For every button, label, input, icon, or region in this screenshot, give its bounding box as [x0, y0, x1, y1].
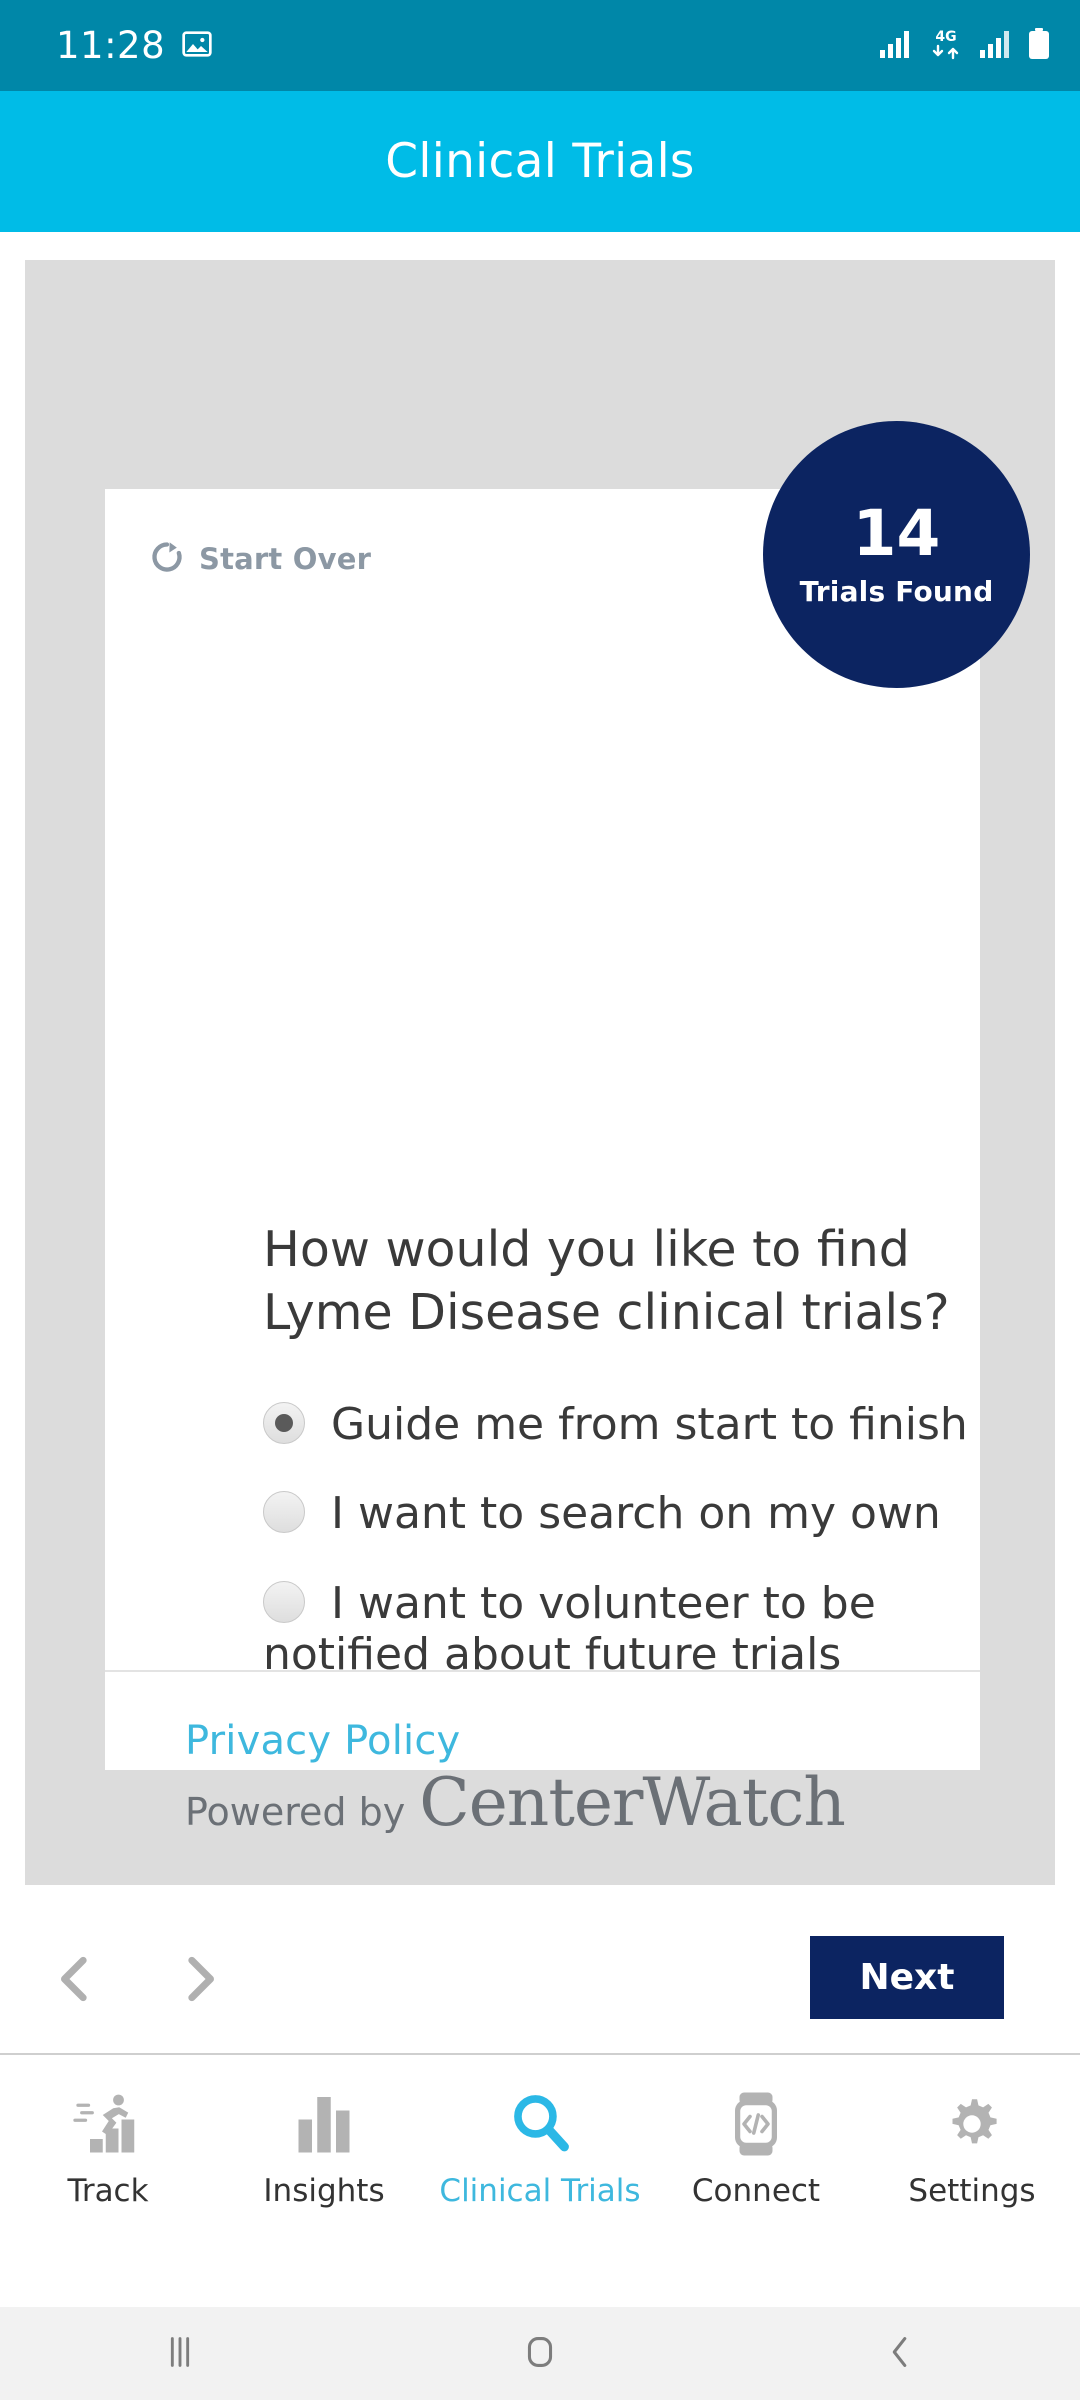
option-item[interactable]: I want to volunteer to be notified about… — [263, 1578, 1003, 1681]
option-label: Guide me from start to finish — [331, 1399, 968, 1450]
chevron-left-icon — [47, 1951, 103, 2010]
pager-controls — [0, 1930, 1080, 2050]
tab-label: Track — [67, 2173, 149, 2209]
tab-label: Clinical Trials — [439, 2173, 641, 2209]
tab-label: Connect — [691, 2173, 821, 2209]
smartwatch-code-icon — [726, 2087, 786, 2161]
recents-button[interactable] — [80, 2307, 280, 2400]
start-over-button[interactable]: Start Over — [147, 537, 371, 581]
app-header: Clinical Trials — [0, 91, 1080, 232]
back-button[interactable] — [800, 2307, 1000, 2400]
gear-icon — [939, 2087, 1005, 2161]
questionnaire-card: Start Over How would you like to find Ly… — [105, 489, 1004, 2019]
previous-page-button[interactable] — [30, 1930, 120, 2030]
privacy-policy-link[interactable]: Privacy Policy — [185, 1718, 980, 1764]
4g-data-icon: 4G — [926, 27, 966, 65]
svg-text:4G: 4G — [935, 29, 956, 45]
search-icon — [506, 2087, 574, 2161]
next-page-button[interactable] — [155, 1930, 245, 2030]
option-item[interactable]: I want to search on my own — [263, 1488, 1003, 1539]
bottom-tab-bar: Track Insights Clinical Trials Connect S… — [0, 2053, 1080, 2243]
question-text: How would you like to find Lyme Disease … — [263, 1221, 950, 1341]
powered-by-label: Powered by — [185, 1790, 406, 1834]
refresh-icon — [147, 537, 187, 581]
trials-found-badge: 14 Trials Found — [763, 421, 1030, 688]
centerwatch-logo: CenterWatch — [419, 1764, 846, 1841]
radio-button[interactable] — [263, 1402, 305, 1444]
option-row: I want to search on my own — [263, 1488, 1003, 1539]
trials-found-label: Trials Found — [799, 574, 994, 608]
tab-insights[interactable]: Insights — [216, 2055, 432, 2243]
tab-track[interactable]: Track — [0, 2055, 216, 2243]
tab-clinical-trials[interactable]: Clinical Trials — [432, 2055, 648, 2243]
radio-button[interactable] — [263, 1491, 305, 1534]
chevron-right-icon — [172, 1951, 228, 2010]
tab-settings[interactable]: Settings — [864, 2055, 1080, 2243]
status-time: 11:28 — [56, 24, 166, 67]
status-bar-left: 11:28 — [56, 27, 213, 64]
page-title: Clinical Trials — [385, 134, 695, 189]
home-button[interactable] — [440, 2307, 640, 2400]
option-row: I want to volunteer to be notified about… — [263, 1578, 1003, 1681]
powered-by-row: Powered by CenterWatch — [185, 1770, 980, 1836]
tab-connect[interactable]: Connect — [648, 2055, 864, 2243]
trials-count: 14 — [852, 496, 941, 570]
radio-button[interactable] — [263, 1580, 305, 1623]
image-icon — [181, 28, 213, 64]
option-item[interactable]: Guide me from start to finish — [263, 1399, 1003, 1450]
home-icon — [517, 2329, 563, 2378]
card-footer: Privacy Policy Powered by CenterWatch — [105, 1672, 980, 1836]
runner-bars-icon — [72, 2087, 144, 2161]
start-over-label: Start Over — [199, 542, 372, 576]
app-screen: 11:28 4G Clinical Trials 14 Trials Found… — [0, 0, 1080, 2400]
tab-label: Insights — [263, 2173, 385, 2209]
signal-bars-icon — [879, 29, 913, 63]
option-row: Guide me from start to finish — [263, 1399, 1003, 1450]
back-icon — [877, 2329, 923, 2378]
recents-icon — [157, 2329, 203, 2378]
option-label: I want to volunteer to be notified about… — [263, 1577, 876, 1681]
tab-label: Settings — [908, 2173, 1036, 2209]
status-bar-right: 4G — [879, 27, 1052, 65]
bar-chart-icon — [294, 2087, 354, 2161]
option-label: I want to search on my own — [331, 1488, 941, 1540]
signal-bars-2-icon — [979, 29, 1013, 63]
android-nav-bar — [0, 2307, 1080, 2400]
battery-icon — [1026, 27, 1052, 65]
status-bar: 11:28 4G — [0, 0, 1080, 91]
